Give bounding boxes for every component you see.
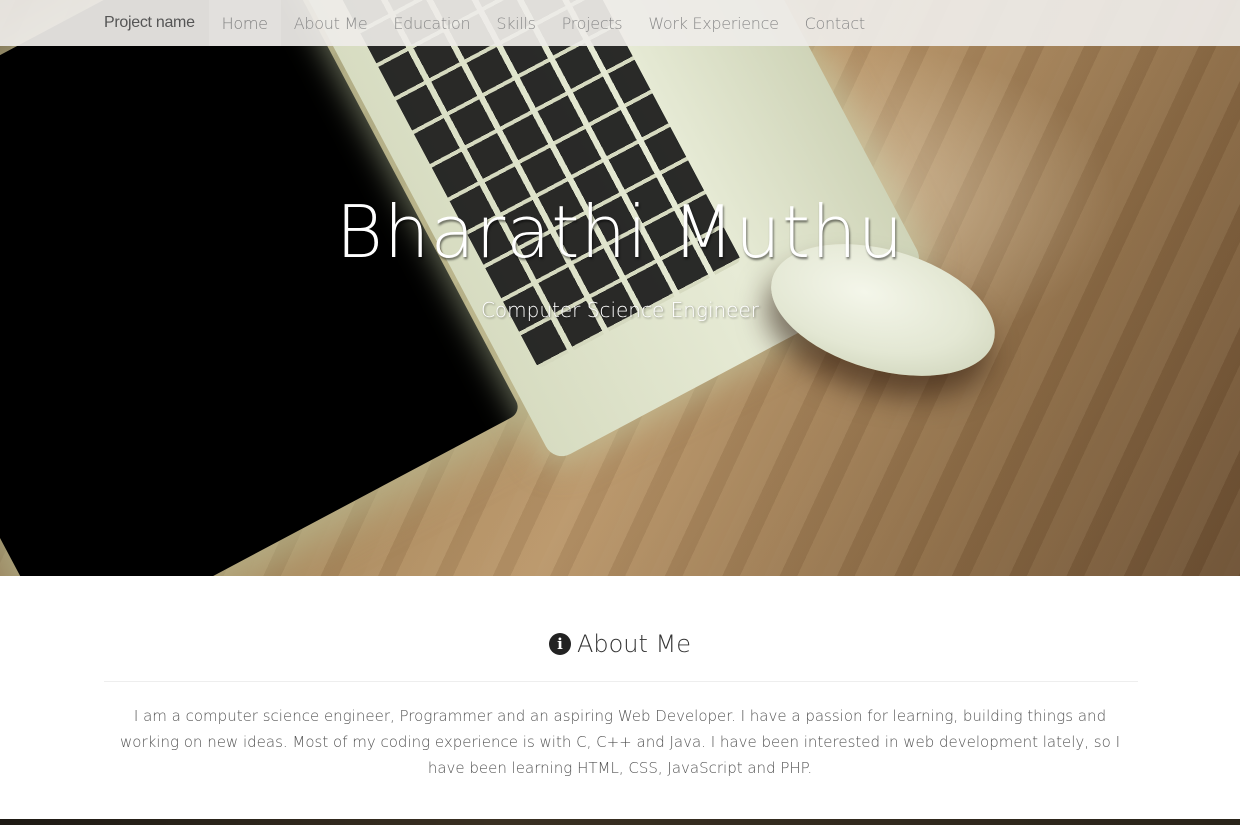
hero-section: Bharathi Muthu Computer Science Engineer: [0, 0, 1240, 576]
hero-subtitle: Computer Science Engineer: [480, 298, 760, 322]
about-paragraph: I am a computer science engineer, Progra…: [120, 707, 1120, 777]
info-icon: i: [548, 633, 571, 655]
nav-item-education[interactable]: Education: [380, 0, 483, 46]
nav-item-work-experience[interactable]: Work Experience: [635, 0, 791, 46]
nav-item-about-me[interactable]: About Me: [281, 0, 381, 46]
hero-name: Bharathi Muthu: [335, 190, 905, 274]
nav-item-projects[interactable]: Projects: [549, 0, 636, 46]
nav-item-home[interactable]: Home: [208, 0, 281, 46]
about-title-text: About Me: [576, 630, 692, 658]
about-heading: i About Me: [0, 630, 1240, 658]
brand-link[interactable]: Project name: [90, 0, 209, 46]
about-divider: [104, 681, 1138, 682]
next-section-band: [0, 819, 1240, 825]
laptop-image: [0, 0, 926, 576]
nav-item-contact[interactable]: Contact: [792, 0, 878, 46]
navbar-inner: Project name Home About Me Education Ski…: [90, 0, 878, 46]
navbar: Project name Home About Me Education Ski…: [0, 0, 1240, 46]
nav-item-skills[interactable]: Skills: [483, 0, 548, 46]
